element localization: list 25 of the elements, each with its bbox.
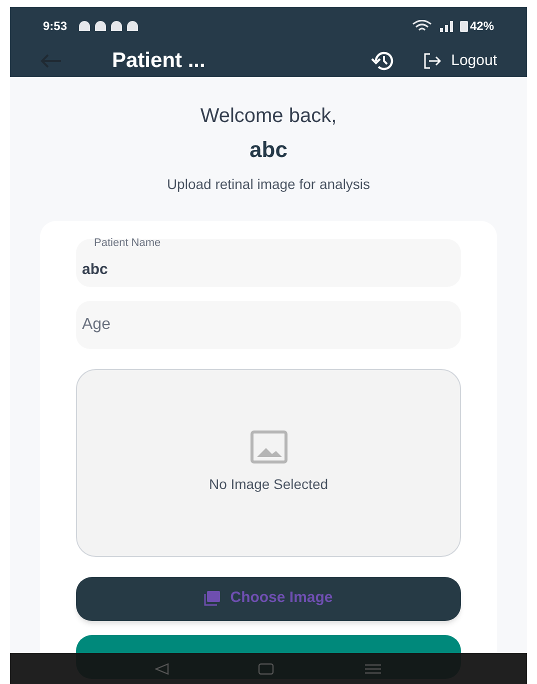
welcome-greeting: Welcome back, [200,104,337,128]
app-bar-title: Patient ... [112,48,206,74]
notification-icon [95,21,106,31]
field-label: Patient Name [94,236,161,250]
image-preview-area[interactable]: No Image Selected [76,368,461,556]
no-image-text: No Image Selected [208,475,328,494]
signal-icon [440,20,456,32]
gallery-icon [204,591,220,606]
notification-icon [111,21,122,31]
history-icon[interactable] [371,50,396,72]
image-placeholder-icon [250,430,288,464]
nav-back-icon[interactable] [154,662,169,674]
battery-icon [460,20,468,32]
user-name: abc [250,136,288,164]
nav-menu-icon[interactable] [364,662,382,674]
nav-home-icon[interactable] [258,662,274,674]
wifi-icon [412,20,432,32]
text-field[interactable]: Age [76,300,461,348]
battery-percent: 42% [470,18,494,35]
subtitle: Upload retinal image for analysis [166,174,370,194]
notification-icon [127,21,138,31]
logout-button[interactable]: Logout [423,50,497,72]
notification-icon [79,21,90,31]
logout-icon [423,52,442,69]
status-time: 9:53 [43,18,68,35]
